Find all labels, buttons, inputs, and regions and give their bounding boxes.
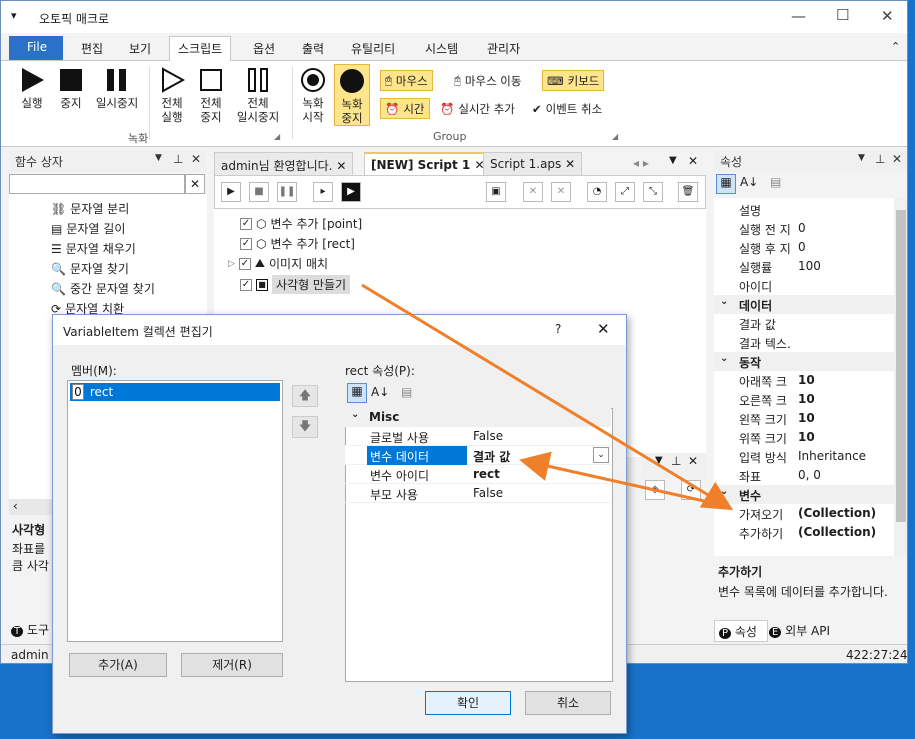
annotation-arrows — [361, 283, 734, 511]
arrow-to-add-collection — [361, 283, 734, 511]
arrow-to-variable-data — [519, 451, 723, 507]
